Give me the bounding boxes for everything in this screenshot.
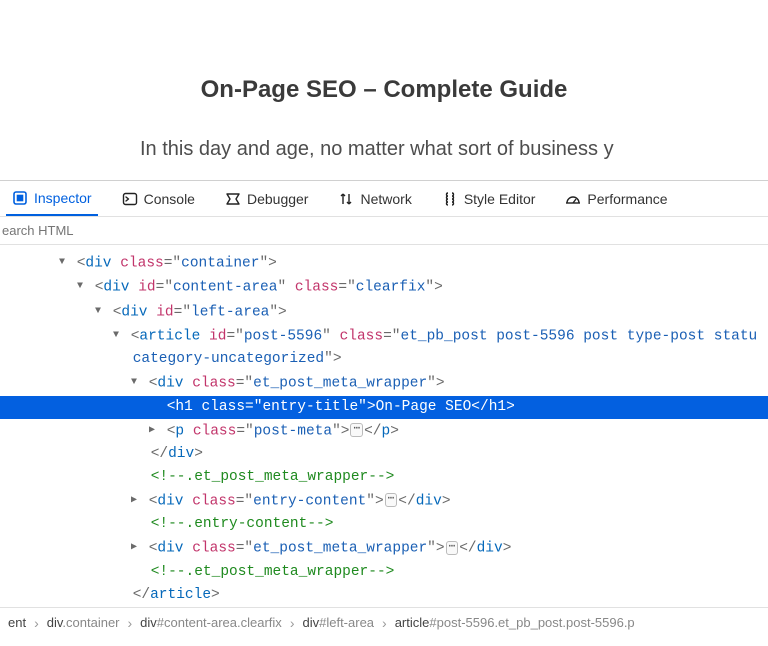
tab-label: Inspector [34, 190, 92, 206]
page-preview: On-Page SEO – Complete Guide In this day… [0, 0, 768, 180]
devtools-tabs: Inspector Console Debugger Network Style… [0, 181, 768, 217]
console-icon [122, 191, 138, 207]
ellipsis-icon[interactable]: ⋯ [350, 423, 363, 437]
tab-performance[interactable]: Performance [559, 181, 673, 216]
dom-row[interactable]: <div class="entry-content">⋯</div> [0, 489, 768, 513]
page-title: On-Page SEO – Complete Guide [0, 76, 768, 104]
breadcrumb-item[interactable]: article#post-5596.et_pb_post.post-5596.p [387, 615, 643, 630]
dom-row[interactable]: <div class="container"> [0, 251, 768, 275]
dom-row[interactable]: <article id="post-5596" class="et_pb_pos… [0, 324, 768, 348]
tab-inspector[interactable]: Inspector [6, 181, 98, 216]
dom-tree[interactable]: <div class="container"> <div id="content… [0, 245, 768, 607]
dom-row[interactable]: </div> [0, 443, 768, 466]
dom-row[interactable]: <!--.et_post_meta_wrapper--> [0, 466, 768, 489]
tab-console[interactable]: Console [116, 181, 201, 216]
search-input[interactable] [0, 219, 200, 242]
twisty-icon[interactable] [146, 419, 158, 442]
twisty-icon[interactable] [92, 300, 104, 323]
inspector-icon [12, 190, 28, 206]
devtools-panel: Inspector Console Debugger Network Style… [0, 180, 768, 637]
breadcrumb-item[interactable]: div.container [39, 615, 128, 630]
tab-label: Performance [587, 191, 667, 207]
dom-row-selected[interactable]: <h1 class="entry-title">On-Page SEO</h1> [0, 396, 768, 419]
dom-row[interactable]: </article> [0, 584, 768, 607]
html-search-bar [0, 217, 768, 245]
twisty-icon[interactable] [110, 324, 122, 347]
tab-label: Network [360, 191, 411, 207]
tab-label: Console [144, 191, 195, 207]
twisty-icon[interactable] [56, 251, 68, 274]
dom-row[interactable]: <p class="post-meta">⋯</p> [0, 419, 768, 443]
debugger-icon [225, 191, 241, 207]
breadcrumb-item[interactable]: ent [0, 615, 34, 630]
tab-network[interactable]: Network [332, 181, 417, 216]
ellipsis-icon[interactable]: ⋯ [446, 541, 459, 555]
tab-styleeditor[interactable]: Style Editor [436, 181, 542, 216]
dom-row[interactable]: <div id="content-area" class="clearfix"> [0, 275, 768, 299]
network-icon [338, 191, 354, 207]
styleeditor-icon [442, 191, 458, 207]
dom-row[interactable]: <div id="left-area"> [0, 300, 768, 324]
dom-row[interactable]: <div class="et_post_meta_wrapper">⋯</div… [0, 536, 768, 560]
dom-row[interactable]: <div class="et_post_meta_wrapper"> [0, 371, 768, 395]
ellipsis-icon[interactable]: ⋯ [385, 493, 398, 507]
twisty-icon[interactable] [128, 536, 140, 559]
breadcrumb-item[interactable]: div#left-area [294, 615, 382, 630]
page-paragraph: In this day and age, no matter what sort… [0, 138, 768, 161]
twisty-icon[interactable] [128, 489, 140, 512]
performance-icon [565, 191, 581, 207]
tab-label: Style Editor [464, 191, 536, 207]
tab-label: Debugger [247, 191, 309, 207]
twisty-icon[interactable] [128, 371, 140, 394]
breadcrumb-item[interactable]: div#content-area.clearfix [132, 615, 290, 630]
breadcrumb: ent › div.container › div#content-area.c… [0, 607, 768, 637]
dom-row[interactable]: <!--.entry-content--> [0, 513, 768, 536]
tab-debugger[interactable]: Debugger [219, 181, 315, 216]
twisty-icon[interactable] [74, 275, 86, 298]
dom-row[interactable]: category-uncategorized"> [0, 348, 768, 371]
dom-row[interactable]: <!--.et_post_meta_wrapper--> [0, 561, 768, 584]
